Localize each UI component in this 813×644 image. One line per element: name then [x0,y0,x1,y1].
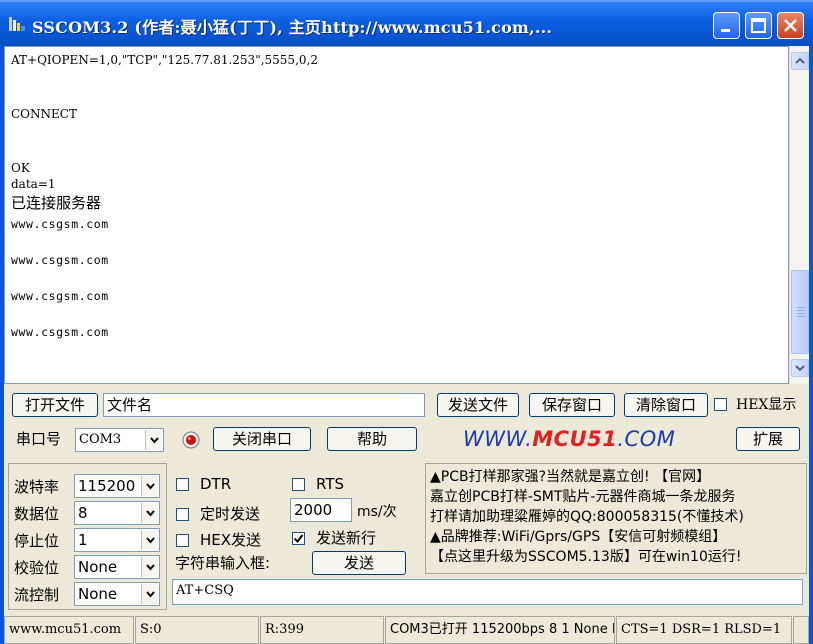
scroll-up-button[interactable] [791,52,809,70]
port-select[interactable]: COM3 [75,428,164,452]
parity-value: None [78,558,118,576]
databits-label: 数据位 [14,505,60,523]
maximize-icon [751,18,766,33]
databits-select[interactable]: 8 [74,501,160,525]
stopbits-label: 停止位 [14,532,60,550]
output-line: AT+QIOPEN=1,0,"TCP","125.77.81.253",5555… [11,53,318,67]
send-newline-checkbox[interactable] [292,532,305,545]
close-button[interactable] [777,12,804,39]
chevron-down-icon[interactable] [142,584,158,604]
receive-output[interactable]: AT+QIOPEN=1,0,"TCP","125.77.81.253",5555… [4,46,789,384]
status-site[interactable]: www.mcu51.com [4,616,134,644]
port-value: COM3 [79,432,122,447]
status-sent: S:0 [135,616,259,644]
output-line: www.csgsm.com [11,253,109,267]
output-line: OK [11,161,30,175]
chevron-down-icon[interactable] [142,530,158,550]
scroll-thumb[interactable] [791,270,809,354]
help-button[interactable]: 帮助 [327,427,417,451]
parity-label: 校验位 [14,559,60,577]
title-bar[interactable]: SSCOM3.2 (作者:聂小猛(丁丁), 主页http://www.mcu51… [0,0,813,46]
flow-select[interactable]: None [74,582,160,606]
hex-send-label: HEX发送 [200,531,262,549]
clear-window-button[interactable]: 清除窗口 [624,393,708,417]
stopbits-select[interactable]: 1 [74,528,160,552]
output-line: CONNECT [11,107,77,121]
status-signals: CTS=1 DSR=1 RLSD=1 [616,616,792,644]
parity-select[interactable]: None [74,555,160,579]
send-button[interactable]: 发送 [312,551,406,575]
output-line: data=1 [11,177,56,191]
mcu51-logo[interactable]: WWW.MCU51.COM [463,427,675,451]
promo-line[interactable]: 【点这里升级为SSCOM5.13版】可在win10运行! [430,548,741,566]
dtr-label: DTR [200,475,232,493]
output-line: 已连接服务器 [11,194,102,212]
output-scrollbar[interactable] [789,46,809,384]
dtr-checkbox[interactable] [176,478,189,491]
open-file-button[interactable]: 打开文件 [12,393,98,417]
send-file-button[interactable]: 发送文件 [437,393,519,417]
databits-value: 8 [78,504,88,522]
maximize-button[interactable] [745,12,772,39]
stopbits-value: 1 [78,531,88,549]
expand-button[interactable]: 扩展 [736,427,800,451]
status-port: COM3已打开 115200bps 8 1 None None [385,616,615,644]
send-input[interactable]: AT+CSQ [172,579,803,605]
save-window-button[interactable]: 保存窗口 [529,393,615,417]
close-icon [784,19,797,32]
string-input-label: 字符串输入框: [175,554,271,572]
close-port-button[interactable]: 关闭串口 [213,427,311,451]
baud-value: 115200 [78,477,136,495]
interval-input[interactable]: 2000 [290,498,352,522]
promo-line[interactable]: ▲PCB打样那家强?当然就是嘉立创! 【官网】 [430,468,710,486]
chevron-up-icon [795,57,805,64]
output-line: www.csgsm.com [11,289,109,303]
baud-select[interactable]: 115200 [74,474,160,498]
interval-unit: ms/次 [357,504,397,520]
logo-suffix: .COM [617,427,676,451]
chevron-down-icon[interactable] [142,503,158,523]
timed-send-label: 定时发送 [200,505,261,523]
hex-display-checkbox[interactable] [714,398,727,411]
window-title: SSCOM3.2 (作者:聂小猛(丁丁), 主页http://www.mcu51… [32,18,553,37]
resize-grip-icon[interactable] [793,616,809,644]
promo-line[interactable]: ▲品牌推荐:WiFi/Gprs/GPS【安信可射频模组】 [430,528,726,546]
scroll-down-button[interactable] [791,359,809,377]
app-icon [9,17,25,31]
chevron-down-icon [795,365,805,372]
baud-label: 波特率 [14,478,60,496]
send-newline-label: 发送新行 [316,529,377,547]
chevron-down-icon[interactable] [142,476,158,496]
flow-value: None [78,585,118,603]
chevron-down-icon[interactable] [142,557,158,577]
window-frame-right [809,46,813,644]
promo-line[interactable]: 打样请加助理粱雁婷的QQ:800058315(不懂技术) [430,508,744,526]
port-status-led-icon [182,431,200,449]
hex-display-label: HEX显示 [736,397,797,413]
promo-panel: ▲PCB打样那家强?当然就是嘉立创! 【官网】 嘉立创PCB打样-SMT贴片-元… [425,463,807,574]
hex-send-checkbox[interactable] [176,534,189,547]
rts-checkbox[interactable] [292,478,305,491]
filename-input[interactable]: 文件名 [103,393,425,417]
logo-prefix: WWW. [463,427,533,451]
minimize-button[interactable] [713,12,740,39]
promo-line[interactable]: 嘉立创PCB打样-SMT贴片-元器件商城一条龙服务 [430,488,735,506]
logo-brand: MCU51 [532,427,618,451]
timed-send-checkbox[interactable] [176,508,189,521]
minimize-icon [721,29,730,32]
output-line: www.csgsm.com [11,217,109,231]
status-received: R:399 [260,616,384,644]
output-line: www.csgsm.com [11,325,109,339]
chevron-down-icon[interactable] [145,430,162,450]
flow-label: 流控制 [14,586,60,604]
checkmark-icon [293,534,304,544]
rts-label: RTS [316,475,345,493]
port-label: 串口号 [16,430,62,448]
